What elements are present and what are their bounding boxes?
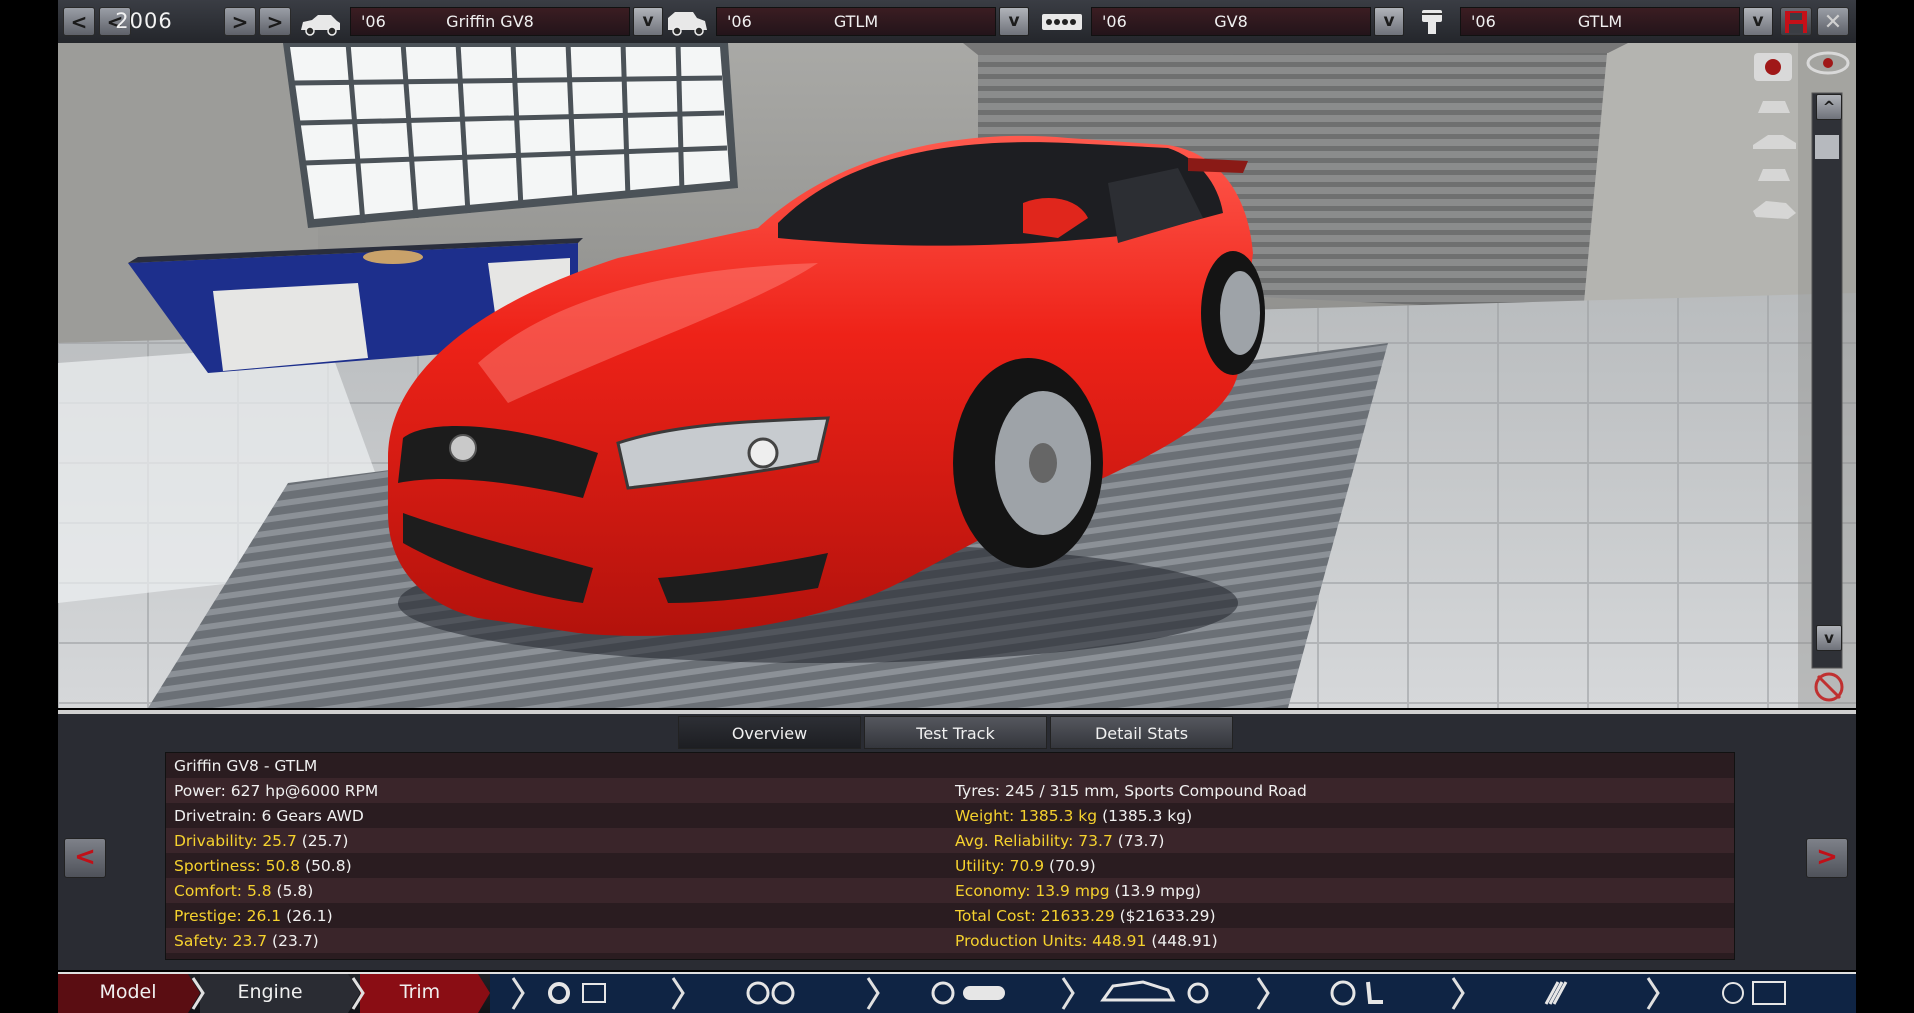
camera-icon — [1754, 53, 1792, 81]
previous-panel-button[interactable]: < — [64, 838, 106, 878]
nav-trim[interactable]: Trim — [360, 974, 480, 1011]
year-display: 2006 — [115, 9, 173, 33]
scroll-up-button[interactable]: ^ — [1816, 94, 1842, 120]
scrollbar-thumb — [1815, 135, 1839, 159]
car-rear-view-icon — [1758, 169, 1790, 181]
safety-stat: Safety: 23.7 (23.7) — [174, 932, 319, 950]
model-selector[interactable]: '06 Griffin GV8 — [350, 7, 630, 36]
prestige-stat: Prestige: 26.1 (26.1) — [174, 907, 333, 925]
comfort-stat: Comfort: 5.8 (5.8) — [174, 882, 314, 900]
utility-stat: Utility: 70.9 (70.9) — [955, 857, 1096, 875]
save-icon — [1785, 11, 1807, 33]
car-title: Griffin GV8 - GTLM — [174, 757, 318, 775]
garage-scene — [58, 43, 1856, 708]
tab-overview[interactable]: Overview — [678, 716, 861, 749]
save-button[interactable] — [1780, 7, 1812, 36]
sportiness-stat: Sportiness: 50.8 (50.8) — [174, 857, 352, 875]
scroll-down-button[interactable]: v — [1816, 625, 1842, 651]
total-cost-stat: Total Cost: 21633.29 ($21633.29) — [955, 907, 1216, 925]
tyres-stat: Tyres: 245 / 315 mm, Sports Compound Roa… — [955, 782, 1307, 800]
engine-variant-dropdown-button[interactable]: v — [1743, 7, 1773, 36]
drivetrain-stat: Drivetrain: 6 Gears AWD — [174, 807, 364, 825]
close-button[interactable]: ✕ — [1817, 7, 1849, 36]
panel-divider — [58, 710, 1856, 714]
economy-stat: Economy: 13.9 mpg (13.9 mpg) — [955, 882, 1201, 900]
weight-stat: Weight: 1385.3 kg (1385.3 kg) — [955, 807, 1193, 825]
engine-dropdown-button[interactable]: v — [1374, 7, 1404, 36]
tab-detail-stats[interactable]: Detail Stats — [1050, 716, 1233, 749]
engine-block-icon — [1042, 14, 1082, 30]
model-dropdown-button[interactable]: v — [633, 7, 663, 36]
engine-selector[interactable]: '06 GV8 — [1091, 7, 1371, 36]
trim-selector[interactable]: '06 GTLM — [716, 7, 996, 36]
year-next-button[interactable]: > — [224, 7, 256, 36]
tab-test-track[interactable]: Test Track — [864, 716, 1047, 749]
nav-model[interactable]: Model — [58, 974, 198, 1011]
overview-stats: Griffin GV8 - GTLM Power: 627 hp@6000 RP… — [165, 752, 1735, 960]
car-front-view-icon — [1758, 101, 1790, 113]
reliability-stat: Avg. Reliability: 73.7 (73.7) — [955, 832, 1165, 850]
drivability-stat: Drivability: 25.7 (25.7) — [174, 832, 349, 850]
production-units-stat: Production Units: 448.91 (448.91) — [955, 932, 1218, 950]
car-model-icon — [301, 15, 340, 36]
nav-engine[interactable]: Engine — [200, 974, 340, 1011]
power-stat: Power: 627 hp@6000 RPM — [174, 782, 379, 800]
garage-3d-viewport[interactable] — [58, 43, 1856, 708]
year-next-fast-button[interactable]: > — [259, 7, 291, 36]
next-panel-button[interactable]: > — [1806, 838, 1848, 878]
trim-body-icon — [668, 12, 707, 36]
trim-dropdown-button[interactable]: v — [999, 7, 1029, 36]
piston-icon — [1422, 10, 1442, 34]
engine-variant-selector[interactable]: '06 GTLM — [1460, 7, 1740, 36]
